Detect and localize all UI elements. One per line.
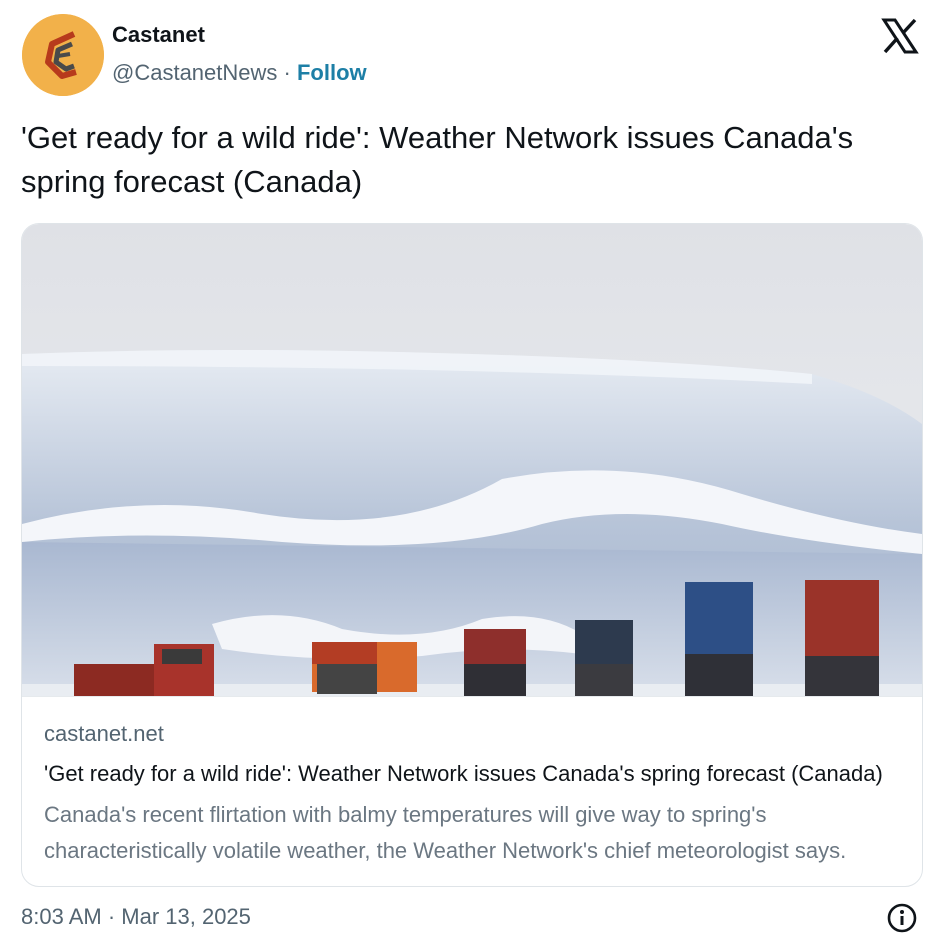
follow-button[interactable]: Follow	[297, 60, 367, 85]
snow-pile-trucks-photo[interactable]	[22, 224, 922, 696]
x-logo-icon[interactable]	[880, 16, 920, 56]
card-domain: castanet.net	[44, 721, 164, 746]
author-name[interactable]: Castanet	[112, 22, 205, 48]
card-description: Canada's recent flirtation with balmy te…	[44, 802, 847, 863]
author-handle[interactable]: @CastanetNews	[112, 60, 277, 85]
castanet-logo-icon[interactable]	[22, 14, 104, 96]
card-title[interactable]: 'Get ready for a wild ride': Weather Net…	[44, 761, 899, 787]
card-body[interactable]: castanet.net 'Get ready for a wild ride'…	[22, 696, 922, 886]
link-preview-card[interactable]: castanet.net 'Get ready for a wild ride'…	[21, 223, 923, 887]
tweet-text: 'Get ready for a wild ride': Weather Net…	[21, 120, 854, 199]
tweet-timestamp[interactable]: 8:03 AM · Mar 13, 2025	[21, 904, 251, 930]
info-icon[interactable]	[886, 902, 918, 934]
handle-separator: ·	[277, 60, 297, 85]
author-handle-line: @CastanetNews · Follow	[112, 60, 367, 86]
